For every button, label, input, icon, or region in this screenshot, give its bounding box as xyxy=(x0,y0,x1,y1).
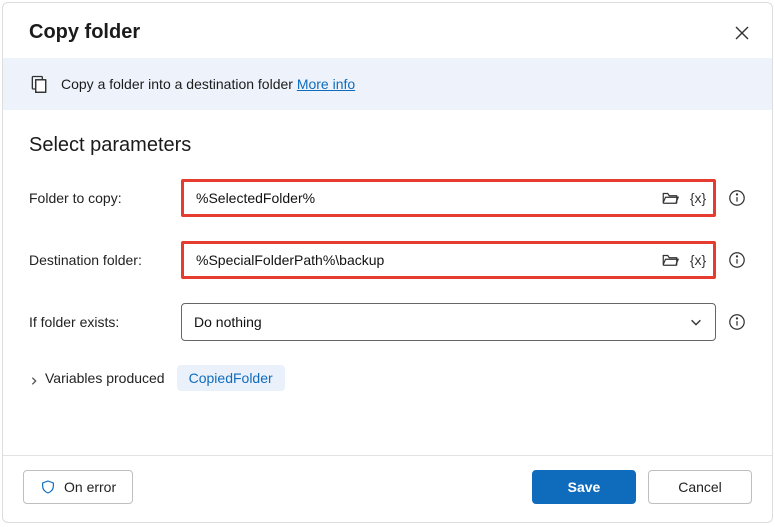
info-icon[interactable] xyxy=(728,313,746,331)
variables-produced-row: Variables produced CopiedFolder xyxy=(29,365,746,391)
variable-picker-icon[interactable]: {x} xyxy=(688,188,708,208)
variables-produced-toggle[interactable]: Variables produced xyxy=(29,370,165,386)
footer-right-buttons: Save Cancel xyxy=(532,470,752,504)
if-folder-exists-select[interactable]: Do nothing xyxy=(181,303,716,341)
destination-folder-input[interactable] xyxy=(181,241,716,279)
dialog-footer: On error Save Cancel xyxy=(3,455,772,522)
folder-to-copy-label: Folder to copy: xyxy=(29,190,169,206)
info-icon[interactable] xyxy=(728,189,746,207)
copy-folder-icon xyxy=(29,74,49,94)
info-icon[interactable] xyxy=(728,251,746,269)
destination-folder-label: Destination folder: xyxy=(29,252,169,268)
chevron-right-icon xyxy=(29,373,39,383)
browse-folder-icon[interactable] xyxy=(660,250,680,270)
destination-folder-icons: {x} xyxy=(660,250,708,270)
info-bar: Copy a folder into a destination folder … xyxy=(3,58,772,110)
save-button[interactable]: Save xyxy=(532,470,636,504)
dialog-titlebar: Copy folder xyxy=(3,3,772,58)
destination-folder-control: {x} xyxy=(181,241,716,279)
if-folder-exists-control: Do nothing xyxy=(181,303,716,341)
if-folder-exists-label: If folder exists: xyxy=(29,314,169,330)
close-icon[interactable] xyxy=(734,25,750,41)
dialog-title: Copy folder xyxy=(29,21,140,44)
folder-to-copy-control: {x} xyxy=(181,179,716,217)
field-destination-folder: Destination folder: {x} xyxy=(29,241,746,279)
copy-folder-dialog: Copy folder Copy a folder into a destina… xyxy=(2,2,773,523)
dialog-body: Select parameters Folder to copy: {x} xyxy=(3,110,772,455)
info-text-label: Copy a folder into a destination folder xyxy=(61,76,297,92)
field-if-folder-exists: If folder exists: Do nothing xyxy=(29,303,746,341)
on-error-label: On error xyxy=(64,479,116,495)
on-error-button[interactable]: On error xyxy=(23,470,133,504)
if-folder-exists-value: Do nothing xyxy=(194,314,262,330)
folder-to-copy-input[interactable] xyxy=(181,179,716,217)
info-text: Copy a folder into a destination folder … xyxy=(61,76,355,92)
section-heading: Select parameters xyxy=(29,134,746,157)
variables-produced-label: Variables produced xyxy=(45,370,165,386)
chevron-down-icon xyxy=(689,315,703,329)
variable-chip[interactable]: CopiedFolder xyxy=(177,365,285,391)
browse-folder-icon[interactable] xyxy=(660,188,680,208)
field-folder-to-copy: Folder to copy: {x} xyxy=(29,179,746,217)
cancel-button[interactable]: Cancel xyxy=(648,470,752,504)
folder-to-copy-icons: {x} xyxy=(660,188,708,208)
shield-icon xyxy=(40,479,56,495)
variable-picker-icon[interactable]: {x} xyxy=(688,250,708,270)
more-info-link[interactable]: More info xyxy=(297,76,355,92)
